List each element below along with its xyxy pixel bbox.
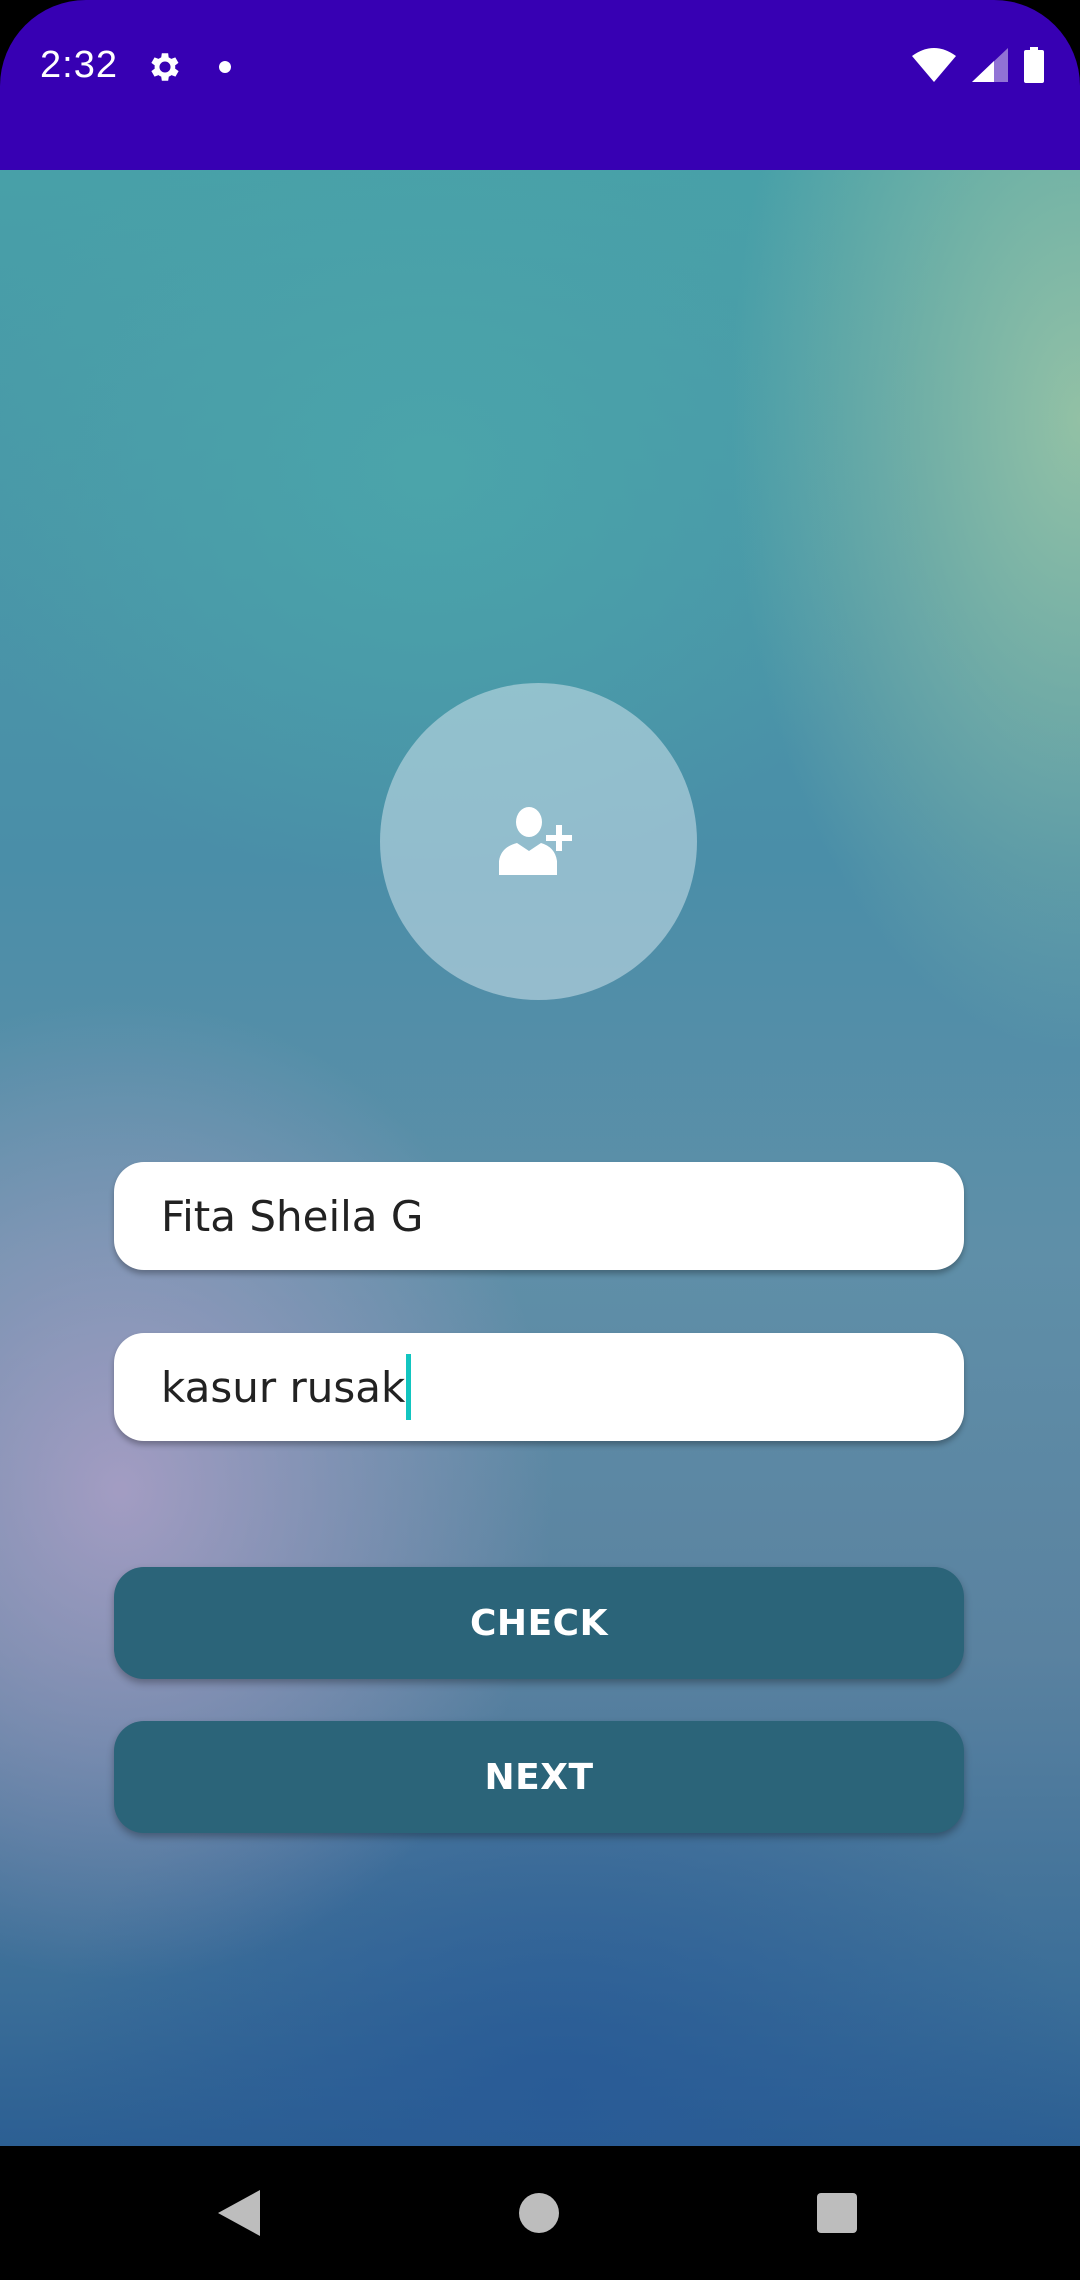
- status-bar: 2:32: [0, 0, 1080, 170]
- notification-dot-icon: [219, 61, 231, 73]
- profile-photo-button[interactable]: [380, 683, 697, 1000]
- name-field[interactable]: Fita Sheila G: [114, 1162, 964, 1270]
- status-icons: [912, 47, 1044, 87]
- wifi-icon: [912, 48, 956, 86]
- cell-signal-icon: [972, 48, 1008, 86]
- check-button[interactable]: CHECK: [114, 1567, 964, 1679]
- description-field-value: kasur rusak: [161, 1362, 406, 1412]
- add-user-icon: [498, 805, 579, 879]
- back-icon[interactable]: [218, 2190, 260, 2240]
- settings-gear-icon: [146, 48, 184, 86]
- recents-icon[interactable]: [817, 2193, 857, 2233]
- phone-screen: 2:32 Fita Sheila G kasur rusak CHECK NEX…: [0, 0, 1080, 2280]
- status-time: 2:32: [40, 44, 118, 86]
- name-field-value: Fita Sheila G: [161, 1191, 424, 1241]
- navigation-bar: [0, 2146, 1080, 2280]
- text-cursor: [406, 1354, 412, 1420]
- next-button[interactable]: NEXT: [114, 1721, 964, 1833]
- battery-icon: [1024, 47, 1044, 87]
- main-content: Fita Sheila G kasur rusak CHECK NEXT: [0, 170, 1080, 2146]
- description-field[interactable]: kasur rusak: [114, 1333, 964, 1441]
- home-icon[interactable]: [519, 2193, 559, 2233]
